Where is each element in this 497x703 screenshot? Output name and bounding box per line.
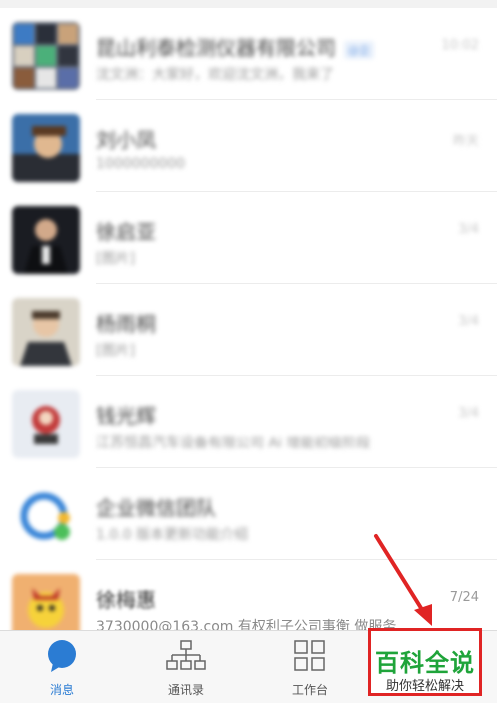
conversation-preview: [图片] (96, 343, 135, 359)
team-avatar (12, 482, 80, 550)
enterprise-tag: @企 (344, 40, 374, 59)
tab-label: 工作台 (291, 683, 328, 697)
conversation-time: 昨天 (452, 134, 479, 149)
conversation-time: 3/4 (458, 406, 479, 421)
blur-patch (180, 222, 430, 250)
chat-bubble-icon (48, 640, 76, 672)
watermark-title: 百科全说 (375, 649, 475, 677)
tab-label: 通讯录 (167, 683, 204, 697)
blur-patch (190, 314, 430, 342)
conversation-row[interactable]: 钱光辉 江苏恒昌汽车设备有限公司 Ai 增能初级阶段 3/4 (0, 376, 497, 468)
conversation-preview: 1000000000 (96, 156, 186, 172)
blur-patch (190, 406, 420, 434)
watermark-subtitle: 助你轻松解决 (385, 679, 464, 694)
tab-contacts[interactable]: 通讯录 (124, 631, 248, 703)
conversation-title: 徐启亚 (96, 220, 156, 244)
tab-messages[interactable]: 消息 (0, 631, 124, 703)
conversation-time: 3/4 (458, 314, 479, 329)
conversation-title: 刘小凤 (96, 128, 156, 152)
conversation-row[interactable]: 刘小凤 1000000000 昨天 (0, 100, 497, 192)
conversation-preview: 江苏恒昌汽车设备有限公司 Ai 增能初级阶段 (96, 435, 371, 451)
grid-icon (294, 640, 325, 671)
conversation-title: 杨雨桐 (96, 312, 156, 336)
conversation-row[interactable]: 徐启亚 [图片] 3/4 (0, 192, 497, 284)
conversation-preview: 沈文洲：大家好，欢迎沈文洲，我来了 (96, 67, 334, 83)
conversation-time: 7/24 (449, 590, 479, 605)
tab-workbench[interactable]: 工作台 (248, 631, 372, 703)
conversation-time: 10:02 (441, 38, 479, 53)
conversation-title: 钱光辉 (96, 404, 156, 428)
conversation-row[interactable]: 昆山利泰检测仪器有限公司 @企 沈文洲：大家好，欢迎沈文洲，我来了 10:02 (0, 8, 497, 100)
conversation-row[interactable]: 杨雨桐 [图片] 3/4 (0, 284, 497, 376)
conversation-preview: [图片] (96, 251, 135, 267)
group-avatar (12, 22, 80, 90)
conversation-title: 徐梅惠 (96, 588, 156, 612)
conversation-time: 3/4 (458, 222, 479, 237)
conversation-preview: 1.0.0 版本更新功能介绍 (96, 527, 249, 543)
org-chart-icon (166, 640, 206, 670)
contact-avatar (12, 390, 80, 458)
watermark-logo: 百科全说 助你轻松解决 (368, 628, 482, 696)
contact-avatar (12, 298, 80, 366)
conversation-title: 企业微信团队 (96, 496, 216, 520)
red-arrow-icon (374, 534, 432, 626)
tab-label: 消息 (49, 683, 74, 697)
contact-avatar (12, 114, 80, 182)
conversation-title: 昆山利泰检测仪器有限公司 @企 (96, 32, 374, 61)
top-edge (0, 0, 497, 8)
contact-avatar (12, 206, 80, 274)
blur-patch (190, 130, 420, 158)
